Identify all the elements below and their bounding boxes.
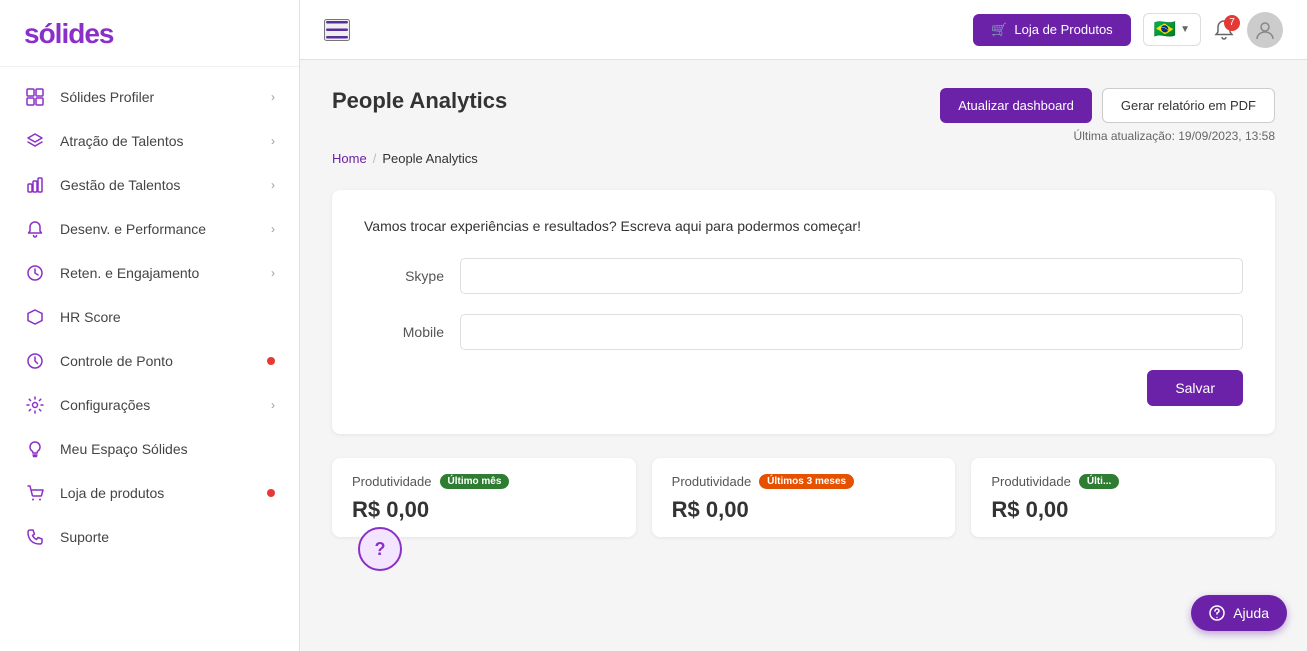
chevron-right-icon: ›	[271, 222, 275, 236]
main-area: 🛒 Loja de Produtos 🇧🇷 ▼ 7 People Analyti…	[300, 0, 1307, 651]
sidebar: sólides Sólides Profiler › Atração de Ta…	[0, 0, 300, 651]
sidebar-item-reten[interactable]: Reten. e Engajamento ›	[0, 251, 299, 295]
contact-card-title: Vamos trocar experiências e resultados? …	[364, 218, 1243, 234]
user-avatar-button[interactable]	[1247, 12, 1283, 48]
mobile-input[interactable]	[460, 314, 1243, 350]
page-content: People Analytics Atualizar dashboard Ger…	[300, 60, 1307, 651]
red-dot-controle	[267, 357, 275, 365]
sidebar-item-gestao[interactable]: Gestão de Talentos ›	[0, 163, 299, 207]
sidebar-item-config[interactable]: Configurações ›	[0, 383, 299, 427]
skype-row: Skype	[364, 258, 1243, 294]
metrics-row: Produtividade Último mês R$ 0,00 Produti…	[332, 458, 1275, 537]
metric-card-1-header: Produtividade Último mês	[352, 474, 616, 489]
metric-1-value: R$ 0,00	[352, 497, 429, 522]
menu-toggle-button[interactable]	[324, 19, 350, 41]
grid-icon	[24, 86, 46, 108]
shop-button[interactable]: 🛒 Loja de Produtos	[973, 14, 1130, 46]
metric-card-1: Produtividade Último mês R$ 0,00	[332, 458, 636, 537]
page-action-buttons: Atualizar dashboard Gerar relatório em P…	[940, 88, 1275, 123]
notification-button[interactable]: 7	[1213, 19, 1235, 41]
sidebar-item-profiler-label: Sólides Profiler	[60, 89, 271, 105]
chevron-right-icon: ›	[271, 134, 275, 148]
language-selector[interactable]: 🇧🇷 ▼	[1143, 13, 1201, 46]
sidebar-item-hr-score[interactable]: HR Score	[0, 295, 299, 339]
flag-emoji: 🇧🇷	[1154, 19, 1176, 40]
sidebar-item-loja[interactable]: Loja de produtos	[0, 471, 299, 515]
ajuda-button[interactable]: Ajuda	[1191, 595, 1287, 631]
chevron-right-icon: ›	[271, 90, 275, 104]
metric-card-2: Produtividade Últimos 3 meses R$ 0,00	[652, 458, 956, 537]
skype-input[interactable]	[460, 258, 1243, 294]
sidebar-item-meu-espaco-label: Meu Espaço Sólides	[60, 441, 275, 457]
layers-icon	[24, 130, 46, 152]
bulb-icon	[24, 438, 46, 460]
metric-2-badge: Últimos 3 meses	[759, 474, 854, 489]
last-update-text: Última atualização: 19/09/2023, 13:58	[1074, 129, 1275, 143]
sidebar-item-suporte-label: Suporte	[60, 529, 275, 545]
page-header: People Analytics Atualizar dashboard Ger…	[332, 88, 1275, 143]
red-dot-loja	[267, 489, 275, 497]
clock-icon	[24, 350, 46, 372]
metric-1-label: Produtividade	[352, 474, 432, 489]
update-dashboard-button[interactable]: Atualizar dashboard	[940, 88, 1092, 123]
metric-3-value: R$ 0,00	[991, 497, 1068, 522]
cart-icon-topbar: 🛒	[991, 22, 1007, 38]
sidebar-item-desenv[interactable]: Desenv. e Performance ›	[0, 207, 299, 251]
page-actions: Atualizar dashboard Gerar relatório em P…	[940, 88, 1275, 143]
bell-icon	[24, 218, 46, 240]
page-title: People Analytics	[332, 88, 507, 114]
sidebar-item-gestao-label: Gestão de Talentos	[60, 177, 271, 193]
help-bubble[interactable]: ?	[358, 527, 402, 571]
form-actions: Salvar	[364, 370, 1243, 406]
chevron-right-icon: ›	[271, 266, 275, 280]
bar-chart-icon	[24, 174, 46, 196]
sidebar-item-config-label: Configurações	[60, 397, 271, 413]
notification-badge: 7	[1224, 15, 1240, 31]
sidebar-item-atracao[interactable]: Atração de Talentos ›	[0, 119, 299, 163]
phone-icon	[24, 526, 46, 548]
sidebar-item-loja-label: Loja de produtos	[60, 485, 261, 501]
logo-area: sólides	[0, 0, 299, 67]
metric-card-3-header: Produtividade Últi...	[991, 474, 1255, 489]
save-button[interactable]: Salvar	[1147, 370, 1243, 406]
logo: sólides	[24, 18, 113, 49]
metric-2-label: Produtividade	[672, 474, 752, 489]
breadcrumb-current: People Analytics	[382, 151, 477, 166]
contact-card: Vamos trocar experiências e resultados? …	[332, 190, 1275, 434]
breadcrumb-separator: /	[373, 151, 377, 166]
metric-card-2-header: Produtividade Últimos 3 meses	[672, 474, 936, 489]
sidebar-item-desenv-label: Desenv. e Performance	[60, 221, 271, 237]
cart-icon	[24, 482, 46, 504]
sidebar-item-atracao-label: Atração de Talentos	[60, 133, 271, 149]
sidebar-item-controle-label: Controle de Ponto	[60, 353, 261, 369]
chevron-down-icon: ▼	[1180, 24, 1190, 35]
sidebar-item-profiler[interactable]: Sólides Profiler ›	[0, 75, 299, 119]
breadcrumb-home[interactable]: Home	[332, 151, 367, 166]
topbar-actions: 🛒 Loja de Produtos 🇧🇷 ▼ 7	[973, 12, 1283, 48]
topbar: 🛒 Loja de Produtos 🇧🇷 ▼ 7	[300, 0, 1307, 60]
metric-3-label: Produtividade	[991, 474, 1071, 489]
sidebar-item-meu-espaco[interactable]: Meu Espaço Sólides	[0, 427, 299, 471]
sidebar-item-suporte[interactable]: Suporte	[0, 515, 299, 559]
ajuda-label: Ajuda	[1233, 605, 1269, 621]
metric-3-badge: Últi...	[1079, 474, 1119, 489]
sidebar-item-hr-score-label: HR Score	[60, 309, 275, 325]
mobile-row: Mobile	[364, 314, 1243, 350]
metric-2-value: R$ 0,00	[672, 497, 749, 522]
hexagon-icon	[24, 306, 46, 328]
sidebar-nav: Sólides Profiler › Atração de Talentos ›…	[0, 67, 299, 651]
chevron-right-icon: ›	[271, 178, 275, 192]
breadcrumb: Home / People Analytics	[332, 151, 1275, 166]
mobile-label: Mobile	[364, 324, 444, 340]
metric-1-badge: Último mês	[440, 474, 510, 489]
refresh-icon	[24, 262, 46, 284]
metric-card-3: Produtividade Últi... R$ 0,00	[971, 458, 1275, 537]
sidebar-item-reten-label: Reten. e Engajamento	[60, 265, 271, 281]
generate-pdf-button[interactable]: Gerar relatório em PDF	[1102, 88, 1275, 123]
gear-icon	[24, 394, 46, 416]
shop-button-label: Loja de Produtos	[1014, 22, 1112, 37]
skype-label: Skype	[364, 268, 444, 284]
chevron-right-icon: ›	[271, 398, 275, 412]
sidebar-item-controle[interactable]: Controle de Ponto	[0, 339, 299, 383]
